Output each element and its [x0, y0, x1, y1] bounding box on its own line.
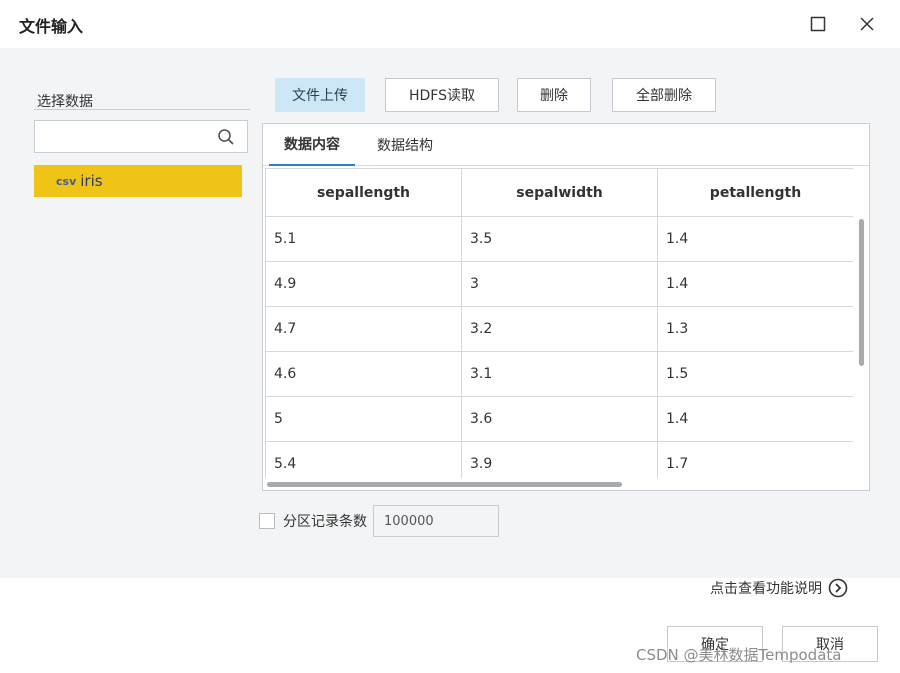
search-icon[interactable]: [217, 128, 235, 146]
partition-setting: 分区记录条数: [259, 505, 499, 537]
table-cell: 3.9: [461, 441, 658, 478]
tab-bar: 数据内容 数据结构: [263, 124, 869, 166]
select-data-label: 选择数据: [37, 94, 93, 110]
partition-label: 分区记录条数: [283, 514, 367, 530]
chevron-right-circle-icon: [828, 578, 848, 598]
delete-button[interactable]: 删除: [517, 78, 591, 112]
tab-data-structure[interactable]: 数据结构: [363, 124, 447, 166]
data-panel: 数据内容 数据结构 sepallength sepalwidth petalle…: [262, 123, 870, 491]
column-header[interactable]: sepallength: [265, 168, 462, 217]
search-input[interactable]: [39, 125, 209, 148]
csv-file-icon: csv: [56, 174, 77, 188]
watermark: CSDN @美林数据Tempodata: [636, 646, 842, 664]
horizontal-scrollbar-thumb[interactable]: [267, 482, 622, 487]
table-row[interactable]: 4.9 3 1.4: [265, 261, 853, 307]
table-cell: 5.4: [265, 441, 462, 478]
table-row[interactable]: 4.6 3.1 1.5: [265, 351, 853, 397]
partition-checkbox[interactable]: [259, 513, 275, 529]
table-cell: 3: [461, 261, 658, 307]
table-cell: 1.4: [657, 261, 853, 307]
table-cell: 1.4: [657, 396, 853, 442]
vertical-scrollbar-thumb[interactable]: [859, 219, 864, 366]
help-link[interactable]: 点击查看功能说明: [710, 578, 848, 598]
table-cell: 3.5: [461, 216, 658, 262]
table-cell: 4.9: [265, 261, 462, 307]
title-bar: 文件输入: [0, 0, 900, 48]
hdfs-read-button[interactable]: HDFS读取: [385, 78, 499, 112]
column-header[interactable]: petallength: [657, 168, 853, 217]
divider: [34, 109, 250, 110]
file-item-iris[interactable]: csv iris: [34, 165, 242, 197]
file-name: iris: [80, 172, 103, 190]
partition-count-input[interactable]: [373, 505, 499, 537]
data-table: sepallength sepalwidth petallength 5.1 3…: [265, 168, 853, 478]
table-row[interactable]: 5.1 3.5 1.4: [265, 216, 853, 262]
table-cell: 3.6: [461, 396, 658, 442]
table-row[interactable]: 5.4 3.9 1.7: [265, 441, 853, 478]
table-cell: 5.1: [265, 216, 462, 262]
dialog-title: 文件输入: [19, 17, 84, 36]
table-cell: 3.2: [461, 306, 658, 352]
upload-file-button[interactable]: 文件上传: [275, 78, 365, 112]
data-table-viewport[interactable]: sepallength sepalwidth petallength 5.1 3…: [265, 168, 853, 478]
delete-all-button[interactable]: 全部删除: [612, 78, 716, 112]
table-cell: 4.7: [265, 306, 462, 352]
column-header[interactable]: sepalwidth: [461, 168, 658, 217]
table-cell: 1.3: [657, 306, 853, 352]
search-field[interactable]: [34, 120, 248, 153]
tab-data-content[interactable]: 数据内容: [269, 124, 355, 166]
table-cell: 1.5: [657, 351, 853, 397]
table-header-row: sepallength sepalwidth petallength: [265, 168, 853, 217]
table-cell: 1.7: [657, 441, 853, 478]
table-cell: 5: [265, 396, 462, 442]
table-row[interactable]: 4.7 3.2 1.3: [265, 306, 853, 352]
maximize-icon: [810, 16, 826, 32]
table-cell: 1.4: [657, 216, 853, 262]
close-button[interactable]: [853, 10, 881, 38]
table-row[interactable]: 5 3.6 1.4: [265, 396, 853, 442]
maximize-button[interactable]: [804, 10, 832, 38]
close-icon: [860, 17, 874, 31]
table-cell: 4.6: [265, 351, 462, 397]
help-link-label: 点击查看功能说明: [710, 581, 822, 597]
table-cell: 3.1: [461, 351, 658, 397]
